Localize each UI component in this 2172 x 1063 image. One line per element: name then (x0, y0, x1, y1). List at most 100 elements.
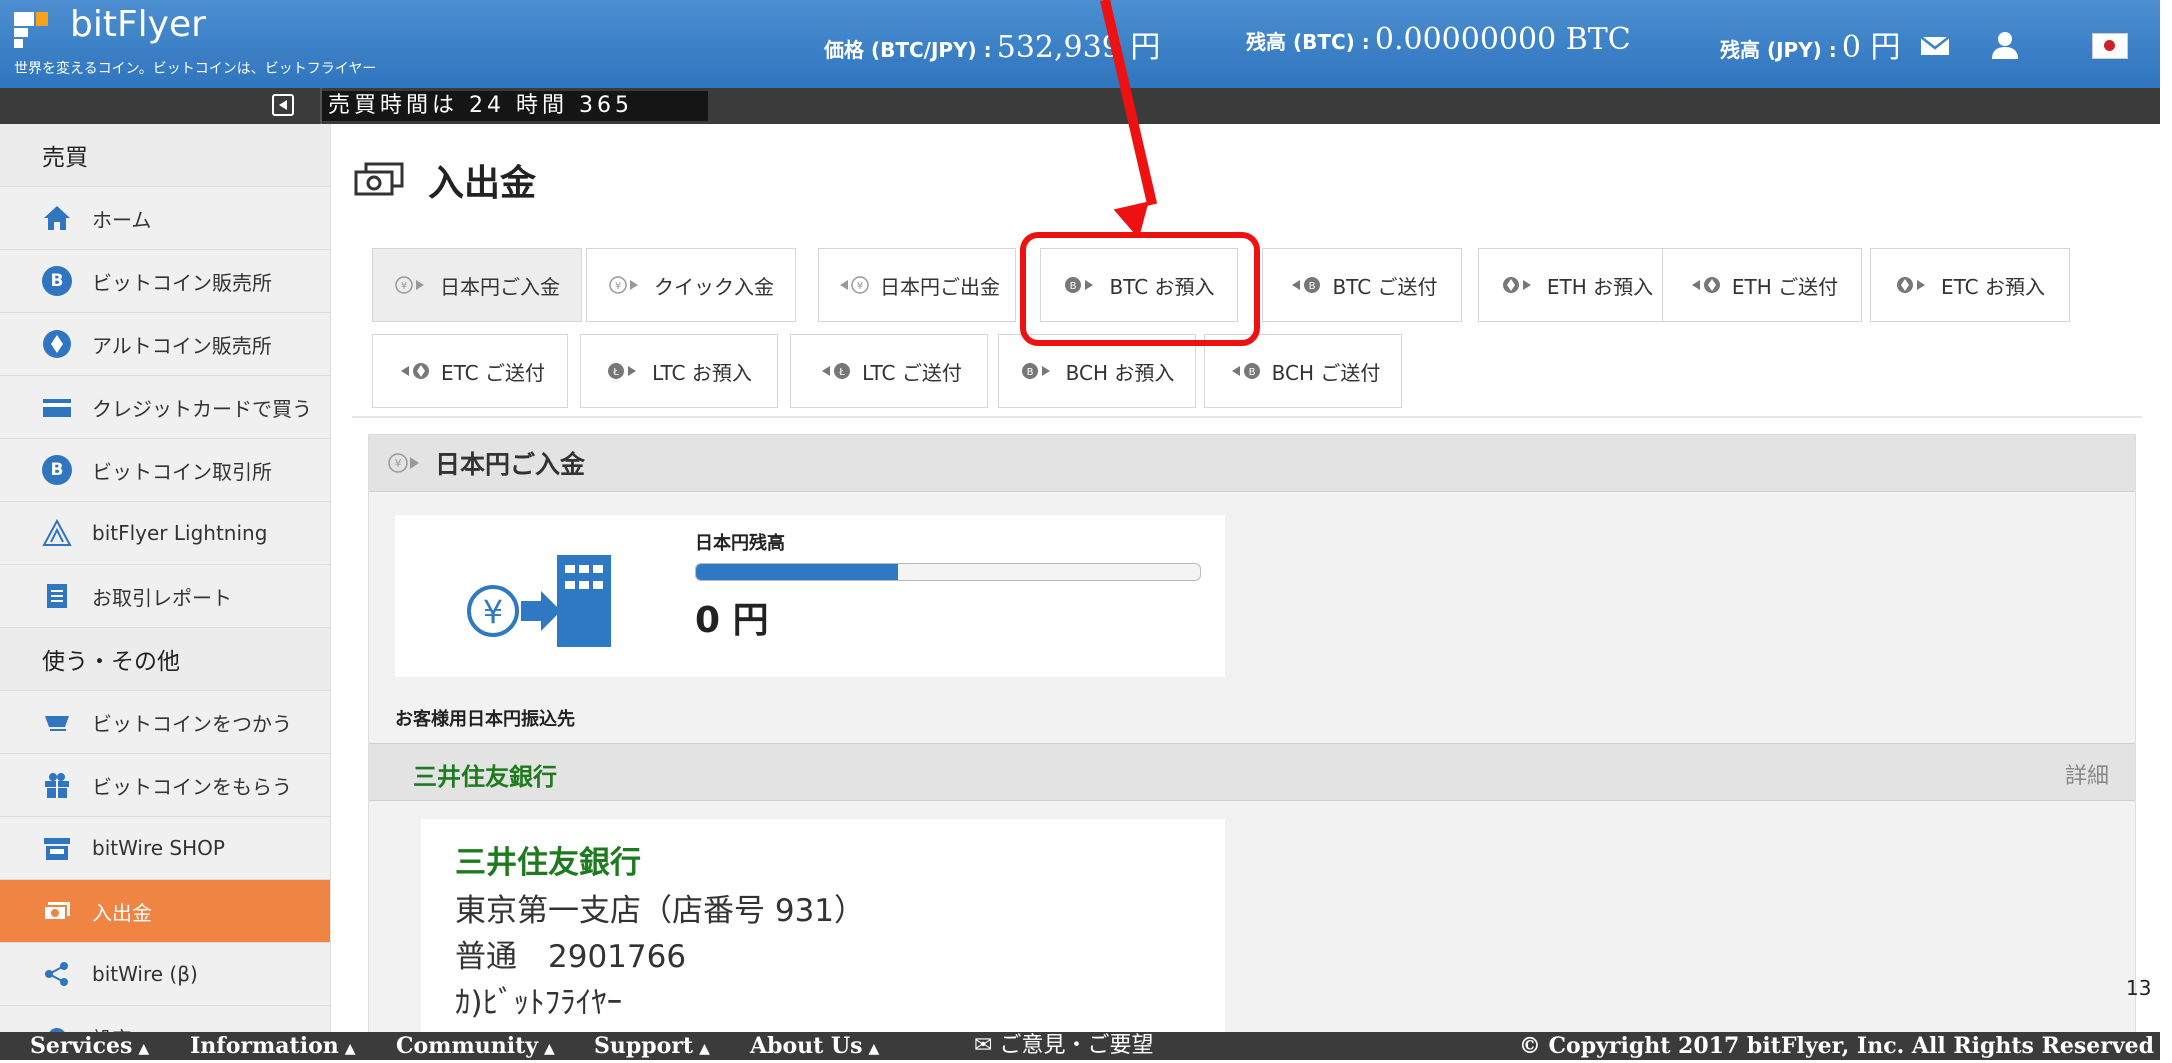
bitcoin-icon: B (42, 455, 72, 485)
page-number: 13 (2126, 976, 2152, 1000)
sidebar-item-get-bitcoin[interactable]: ビットコインをもらう (0, 754, 330, 817)
svg-text:B: B (1248, 367, 1255, 378)
sidebar-item-label: ホーム (92, 207, 152, 232)
sidebar-item-label: 入出金 (92, 900, 152, 925)
sidebar-item-label: bitFlyer Lightning (92, 521, 268, 545)
bch-deposit-icon: B (1021, 363, 1050, 379)
copyright: © Copyright 2017 bitFlyer, Inc. All Righ… (1518, 1033, 2154, 1059)
bank-header[interactable]: 三井住友銀行 詳細 (369, 743, 2135, 801)
btc-balance-label: 残高 (BTC) : (1246, 30, 1370, 54)
bank-detail-link[interactable]: 詳細 (2065, 758, 2109, 790)
bitcoin-icon: B (42, 266, 72, 296)
home-icon (44, 206, 70, 230)
altcoin-icon (43, 330, 71, 358)
user-icon[interactable] (1988, 30, 2022, 60)
logo-text[interactable]: bitFlyer (70, 4, 206, 45)
price-value: 532,939 円 (996, 30, 1161, 65)
bitflyer-logo-icon[interactable] (14, 12, 58, 48)
money-icon (354, 162, 404, 196)
jpy-balance-amount: 0 円 (695, 600, 769, 641)
sidebar-item-report[interactable]: お取引レポート (0, 565, 330, 628)
svg-text:¥: ¥ (395, 457, 402, 470)
footer-nav-label: Information (190, 1033, 339, 1059)
etc-send-icon (400, 363, 429, 379)
bank-account: 普通 2901766 (455, 939, 687, 975)
bank-name-heading: 三井住友銀行 (413, 763, 557, 791)
page-edge (2160, 0, 2172, 1060)
sidebar-item-label: お取引レポート (92, 585, 232, 610)
svg-text:B: B (1026, 367, 1033, 378)
footer-nav-information[interactable]: Information ▲ (190, 1032, 356, 1063)
tab-label: クイック入金 (654, 274, 774, 299)
footer-nav-community[interactable]: Community ▲ (396, 1032, 555, 1063)
sidebar-item-label: ビットコインをもらう (92, 774, 292, 799)
sidebar-item-label: ビットコインをつかう (92, 711, 292, 736)
yen-deposit-icon: ¥ (395, 276, 424, 294)
share-icon (45, 962, 68, 986)
footer-nav-support[interactable]: Support ▲ (594, 1032, 710, 1063)
sidebar-item-home[interactable]: ホーム (0, 187, 330, 250)
sidebar-item-bitwire[interactable]: bitWire (β) (0, 943, 330, 1006)
footer-nav-services[interactable]: Services ▲ (30, 1032, 149, 1063)
svg-text:¥: ¥ (857, 281, 863, 292)
tab-eth-deposit[interactable]: ETH お預入 (1478, 248, 1676, 322)
tab-label: ETC ご送付 (440, 360, 545, 385)
tab-ltc-deposit[interactable]: Ł LTC お預入 (580, 334, 778, 408)
money-icon (43, 902, 70, 921)
sidebar: 売買 ホーム B ビットコイン販売所 アルトコイン販売所 クレジットカードで買う… (0, 124, 331, 1032)
sidebar-item-bitcoin-exchange[interactable]: B ビットコイン取引所 (0, 439, 330, 502)
sidebar-item-label: bitWire SHOP (92, 836, 225, 860)
footer-feedback-link[interactable]: ✉ ご意見・ご要望 (974, 1032, 1153, 1060)
account-holder: ｶ)ﾋﾞｯﾄﾌﾗｲﾔｰ (455, 985, 623, 1021)
footer-nav-about[interactable]: About Us ▲ (750, 1032, 879, 1063)
tab-label: 日本円ご出金 (880, 274, 1000, 299)
yen-deposit-icon: ¥ (388, 453, 419, 473)
panel-header: ¥ 日本円ご入金 (369, 435, 2135, 492)
balance-progress-fill (696, 564, 898, 580)
tab-label: ETC お預入 (1940, 274, 2045, 299)
sidebar-item-altcoin-shop[interactable]: アルトコイン販売所 (0, 313, 330, 376)
tab-eth-send[interactable]: ETH ご送付 (1662, 248, 1862, 322)
balance-card: ¥ 日本円残高 0 円 (395, 515, 1225, 677)
sidebar-section-trade: 売買 (0, 124, 330, 187)
tab-jpy-withdraw[interactable]: ¥ 日本円ご出金 (818, 248, 1016, 322)
tab-label: LTC お預入 (652, 360, 752, 385)
sidebar-item-settings[interactable]: 設定 (0, 1006, 330, 1032)
tab-ltc-send[interactable]: Ł LTC ご送付 (790, 334, 988, 408)
tab-btc-send[interactable]: B BTC ご送付 (1262, 248, 1462, 322)
etc-deposit-icon (1896, 277, 1925, 293)
jpy-balance-label: 残高 (JPY) : (1720, 38, 1837, 62)
sidebar-item-credit-card[interactable]: クレジットカードで買う (0, 376, 330, 439)
sidebar-item-deposit-withdraw[interactable]: 入出金 (0, 880, 330, 943)
footer-nav-label: Support (594, 1033, 694, 1059)
japan-flag-icon[interactable] (2092, 33, 2128, 59)
sidebar-item-lightning[interactable]: bitFlyer Lightning (0, 502, 330, 565)
sidebar-item-bitcoin-shop[interactable]: B ビットコイン販売所 (0, 250, 330, 313)
collapse-sidebar-icon[interactable] (272, 94, 294, 116)
sidebar-section-use: 使う・その他 (0, 628, 330, 691)
svg-text:¥: ¥ (615, 281, 621, 292)
sidebar-item-label: bitWire (β) (92, 962, 198, 986)
tab-label: LTC ご送付 (862, 360, 962, 385)
bank-name: 三井住友銀行 (455, 845, 641, 881)
eth-send-icon (1691, 277, 1720, 293)
tab-jpy-deposit[interactable]: ¥ 日本円ご入金 (372, 248, 582, 322)
tab-etc-send[interactable]: ETC ご送付 (372, 334, 568, 408)
tab-etc-deposit[interactable]: ETC お預入 (1870, 248, 2070, 322)
shop-icon (44, 838, 70, 860)
sidebar-item-label: 設定 (92, 1023, 132, 1033)
lightning-icon (42, 518, 72, 546)
bank-card: 三井住友銀行 東京第一支店（店番号 931） 普通 2901766 ｶ)ﾋﾞｯﾄ… (421, 819, 1225, 1032)
tab-quick-deposit[interactable]: ¥ クイック入金 (586, 248, 796, 322)
sidebar-item-label: ビットコイン取引所 (92, 459, 272, 484)
sidebar-item-use-bitcoin[interactable]: ビットコインをつかう (0, 691, 330, 754)
tab-label: BCH お預入 (1065, 360, 1175, 385)
eth-deposit-icon (1502, 277, 1531, 293)
top-header: bitFlyer 世界を変えるコイン。ビットコインは、ビットフライヤー 価格 (… (0, 0, 2160, 88)
mail-icon[interactable] (1918, 30, 1952, 60)
sidebar-item-bitwire-shop[interactable]: bitWire SHOP (0, 817, 330, 880)
tabs-divider (352, 416, 2142, 418)
panel-title: 日本円ご入金 (435, 450, 586, 479)
jpy-balance-label: 日本円残高 (695, 533, 785, 554)
recipient-label: お客様用日本円振込先 (395, 709, 575, 730)
